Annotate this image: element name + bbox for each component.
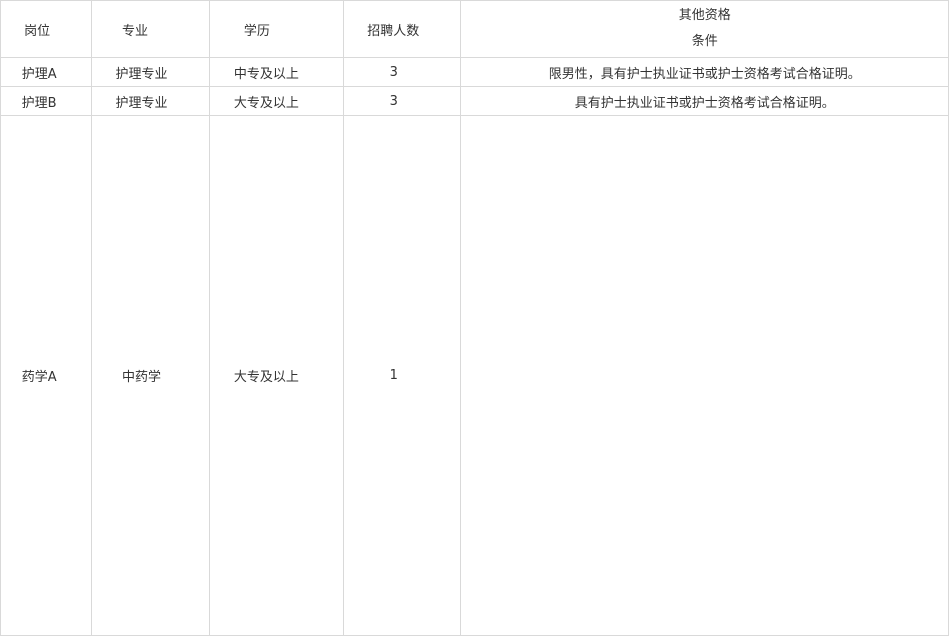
header-other-line1: 其他资格 bbox=[678, 8, 731, 23]
cell-education: 大专及以上 bbox=[208, 86, 345, 116]
table-row: 护理B 护理专业 大专及以上 3 具有护士执业证书或护士资格考试合格证明。 bbox=[0, 86, 949, 116]
header-headcount: 招聘人数 bbox=[343, 0, 462, 58]
cell-other: 限男性，具有护士执业证书或护士资格考试合格证明。 bbox=[460, 57, 949, 87]
cell-major: 护理专业 bbox=[91, 57, 210, 87]
cell-headcount: 3 bbox=[343, 86, 462, 116]
header-major: 专业 bbox=[91, 0, 210, 58]
cell-headcount: 1 bbox=[343, 115, 462, 636]
cell-position: 药学A bbox=[0, 115, 93, 636]
header-other-line2: 条件 bbox=[691, 34, 718, 49]
header-other-qualifications: 其他资格 条件 bbox=[460, 0, 949, 58]
cell-other bbox=[460, 115, 949, 636]
cell-major: 护理专业 bbox=[91, 86, 210, 116]
cell-major: 中药学 bbox=[91, 115, 210, 636]
cell-position: 护理A bbox=[0, 57, 93, 87]
cell-headcount: 3 bbox=[343, 57, 462, 87]
table-header-row: 岗位 专业 学历 招聘人数 其他资格 条件 bbox=[0, 0, 949, 58]
header-education: 学历 bbox=[208, 0, 345, 58]
table-row: 药学A 中药学 大专及以上 1 bbox=[0, 115, 949, 636]
header-position: 岗位 bbox=[0, 0, 93, 58]
cell-other: 具有护士执业证书或护士资格考试合格证明。 bbox=[460, 86, 949, 116]
cell-education: 大专及以上 bbox=[208, 115, 345, 636]
table-row: 护理A 护理专业 中专及以上 3 限男性，具有护士执业证书或护士资格考试合格证明… bbox=[0, 57, 949, 87]
cell-position: 护理B bbox=[0, 86, 93, 116]
recruitment-table: 岗位 专业 学历 招聘人数 其他资格 条件 护理A 护理专业 中专及以上 3 限… bbox=[0, 0, 949, 636]
cell-education: 中专及以上 bbox=[208, 57, 345, 87]
